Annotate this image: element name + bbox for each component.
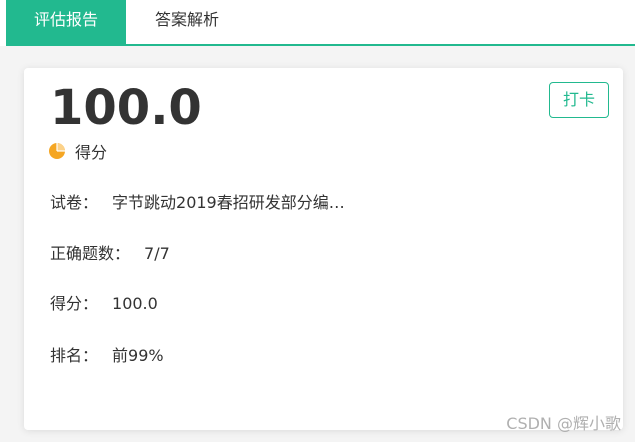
tab-bar: 评估报告 答案解析 bbox=[0, 0, 635, 46]
paper-value: 字节跳动2019春招研发部分编… bbox=[112, 193, 345, 212]
rank-row: 排名： 前99% bbox=[50, 342, 164, 366]
correct-count-value: 7/7 bbox=[144, 244, 170, 263]
score-caption-label: 得分 bbox=[75, 143, 108, 162]
score-value-large: 100.0 bbox=[50, 80, 202, 136]
tab-underline bbox=[6, 44, 635, 46]
score-row: 得分： 100.0 bbox=[50, 290, 158, 314]
pie-chart-icon bbox=[49, 143, 65, 159]
correct-count-label: 正确题数： bbox=[50, 244, 131, 263]
score-caption: 得分 bbox=[48, 140, 107, 162]
watermark: CSDN @辉小歌 bbox=[506, 414, 621, 433]
report-card: 100.0 得分 打卡 试卷： 字节跳动2019春招研发部分编… 正确题数： 7/7… bbox=[24, 68, 623, 430]
page: 评估报告 答案解析 100.0 得分 打卡 试卷： 字节跳动2019春招研发部分编… bbox=[0, 0, 635, 442]
tab-answer-analysis[interactable]: 答案解析 bbox=[128, 0, 246, 44]
paper-label: 试卷： bbox=[50, 193, 99, 212]
paper-row: 试卷： 字节跳动2019春招研发部分编… bbox=[50, 189, 345, 213]
tab-evaluation-report[interactable]: 评估报告 bbox=[6, 0, 126, 44]
rank-value: 前99% bbox=[112, 346, 164, 365]
rank-label: 排名： bbox=[50, 346, 99, 365]
score-label: 得分： bbox=[50, 294, 99, 313]
correct-count-row: 正确题数： 7/7 bbox=[50, 240, 170, 264]
score-value: 100.0 bbox=[112, 294, 158, 313]
punch-card-button[interactable]: 打卡 bbox=[549, 82, 609, 118]
